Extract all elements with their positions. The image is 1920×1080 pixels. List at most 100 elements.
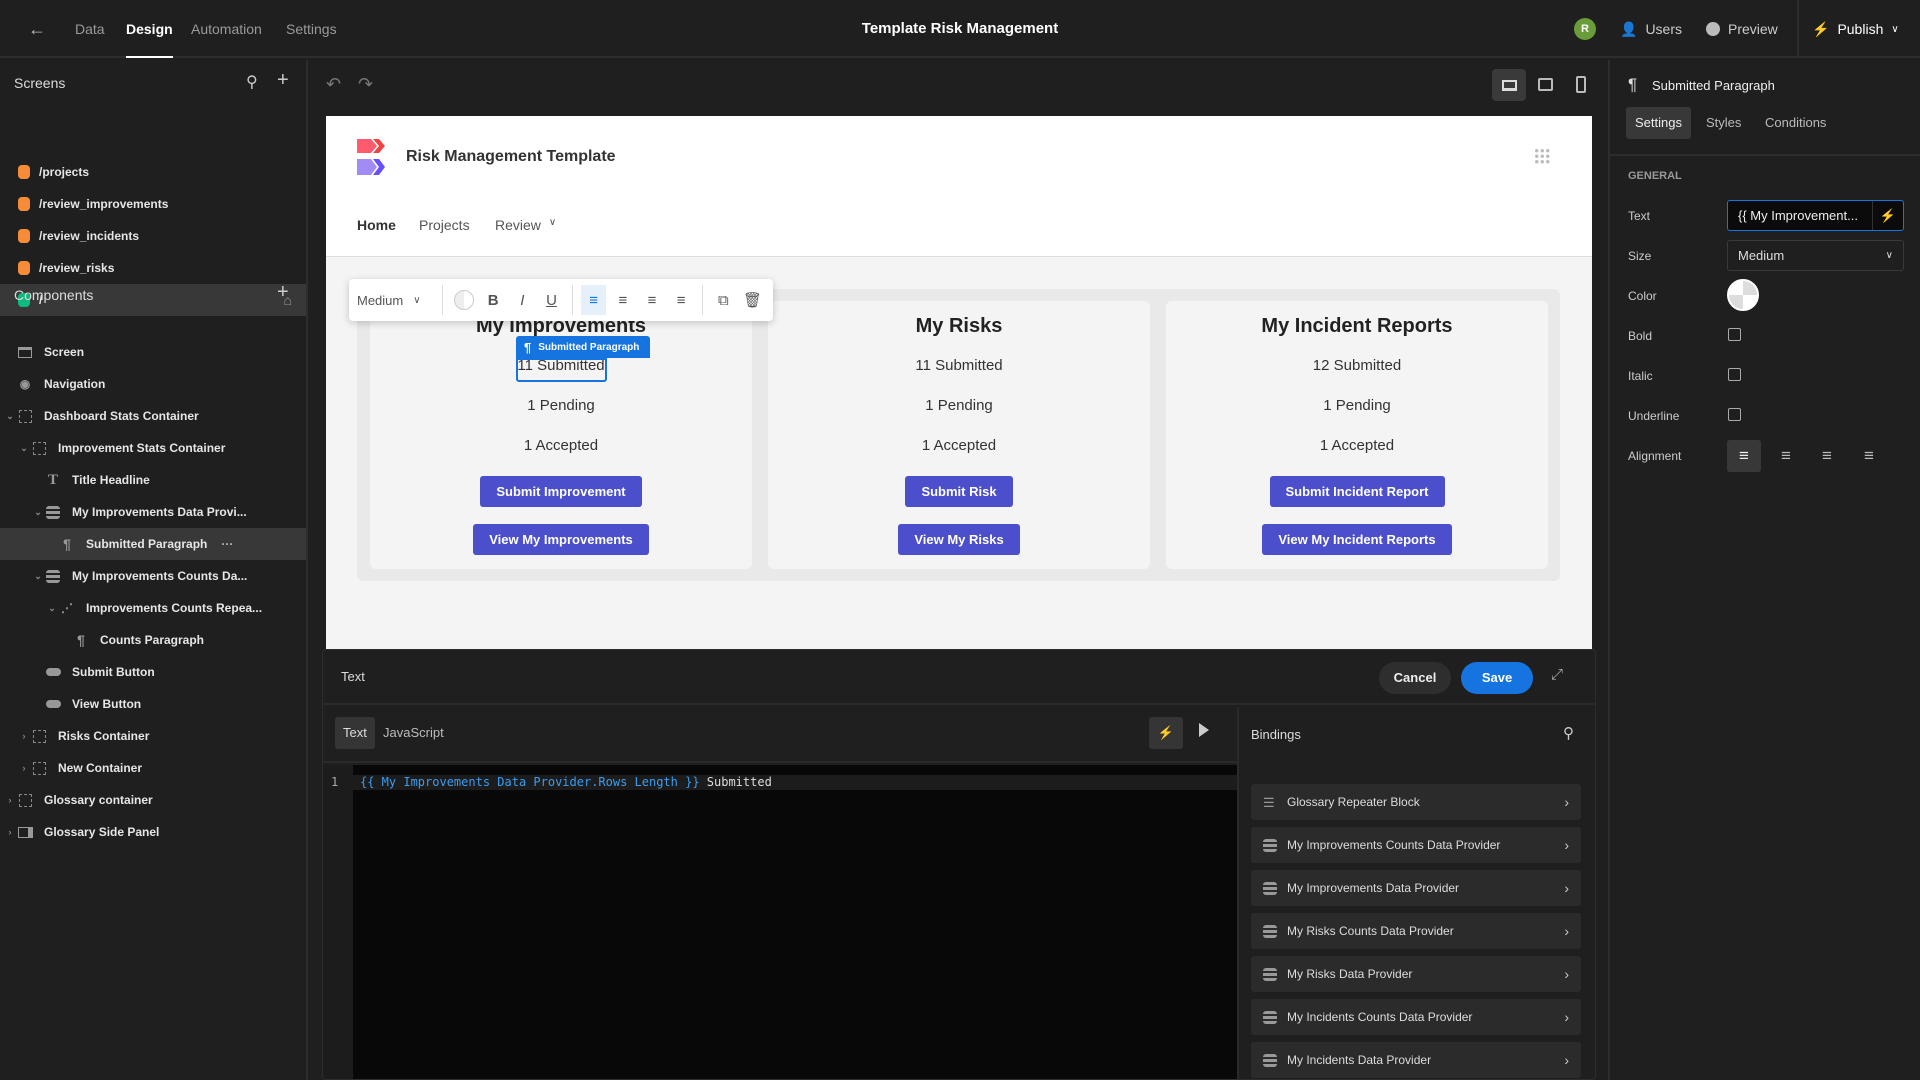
chevron-down-icon[interactable]: ⌄ <box>32 507 44 518</box>
bold-icon[interactable]: B <box>481 285 506 315</box>
screen-item[interactable]: /review_risks <box>0 252 306 284</box>
binding-item[interactable]: My Improvements Counts Data Provider › <box>1251 827 1581 863</box>
submit-button[interactable]: Submit Incident Report <box>1269 476 1445 507</box>
align-center-icon[interactable]: ≡ <box>610 285 635 315</box>
binding-item[interactable]: My Risks Counts Data Provider › <box>1251 913 1581 949</box>
undo-icon[interactable]: ↶ <box>326 74 341 95</box>
desktop-view-button[interactable] <box>1492 69 1526 101</box>
component-tree-item[interactable]: › Risks Container <box>0 720 306 752</box>
binding-item[interactable]: My Improvements Data Provider › <box>1251 870 1581 906</box>
chevron-right-icon[interactable]: › <box>4 795 16 805</box>
align-left-icon[interactable]: ≡ <box>581 285 607 315</box>
size-select[interactable]: Medium ∨ <box>1727 240 1904 271</box>
code-editor[interactable]: 1 {{ My Improvements Data Provider.Rows … <box>323 765 1237 1079</box>
component-tree-item[interactable]: ⌄ My Improvements Counts Da... <box>0 560 306 592</box>
color-picker-icon[interactable] <box>451 285 476 315</box>
search-icon[interactable]: ⚲ <box>1563 724 1574 742</box>
italic-icon[interactable]: I <box>510 285 535 315</box>
text-input[interactable]: {{ My Improvement... ⚡ <box>1727 200 1904 231</box>
component-tree-item[interactable]: T Title Headline <box>0 464 306 496</box>
bold-checkbox[interactable] <box>1728 328 1741 341</box>
component-tree-item[interactable]: Submit Button <box>0 656 306 688</box>
users-button[interactable]: 👤 Users <box>1620 0 1682 58</box>
component-tree-item[interactable]: ⌄ Dashboard Stats Container <box>0 400 306 432</box>
tab-conditions[interactable]: Conditions <box>1765 107 1826 139</box>
submitted-paragraph[interactable]: 12 Submitted <box>1166 357 1548 378</box>
component-tree-item[interactable]: › Glossary container <box>0 784 306 816</box>
view-button[interactable]: View My Incident Reports <box>1262 524 1452 555</box>
binding-item[interactable]: My Risks Data Provider › <box>1251 956 1581 992</box>
lightning-icon[interactable]: ⚡ <box>1149 717 1183 749</box>
component-tree-item[interactable]: › New Container <box>0 752 306 784</box>
tab-settings[interactable]: Settings <box>286 0 337 58</box>
redo-icon[interactable]: ↷ <box>358 74 373 95</box>
binding-item[interactable]: My Incidents Counts Data Provider › <box>1251 999 1581 1035</box>
add-component-icon[interactable]: + <box>277 281 289 304</box>
align-right-button[interactable]: ≡ <box>1810 440 1844 472</box>
screen-item[interactable]: /review_improvements <box>0 188 306 220</box>
italic-checkbox[interactable] <box>1728 368 1741 381</box>
view-button[interactable]: View My Risks <box>898 524 1020 555</box>
tab-design[interactable]: Design <box>126 0 173 58</box>
chevron-down-icon[interactable]: ⌄ <box>46 603 58 614</box>
submit-button[interactable]: Submit Improvement <box>480 476 642 507</box>
chevron-right-icon[interactable]: › <box>18 763 30 773</box>
lightning-icon[interactable]: ⚡ <box>1872 201 1903 230</box>
align-left-button[interactable]: ≡ <box>1727 440 1761 472</box>
save-button[interactable]: Save <box>1461 662 1533 694</box>
preview-button[interactable]: Preview <box>1706 0 1778 58</box>
component-tree-item[interactable]: ⌄ ⋰ Improvements Counts Repea... <box>0 592 306 624</box>
search-icon[interactable]: ⚲ <box>246 72 258 92</box>
nav-home[interactable]: Home <box>357 217 396 233</box>
view-button[interactable]: View My Improvements <box>473 524 649 555</box>
tab-styles[interactable]: Styles <box>1706 107 1741 139</box>
expand-icon[interactable]: ⤢ <box>1551 666 1563 683</box>
color-picker[interactable] <box>1727 279 1759 311</box>
tab-javascript[interactable]: JavaScript <box>383 717 444 749</box>
underline-checkbox[interactable] <box>1728 408 1741 421</box>
component-tree-item[interactable]: Screen <box>0 336 306 368</box>
add-screen-icon[interactable]: + <box>277 69 289 92</box>
chevron-down-icon[interactable]: ⌄ <box>4 411 16 422</box>
tablet-view-icon[interactable] <box>1538 78 1553 91</box>
binding-item[interactable]: ☰ Glossary Repeater Block › <box>1251 784 1581 820</box>
publish-button[interactable]: ⚡ Publish ∨ <box>1812 0 1899 58</box>
avatar[interactable]: R <box>1574 18 1596 40</box>
nav-review[interactable]: Review ∨ <box>495 217 556 233</box>
screen-item[interactable]: /projects <box>0 156 306 188</box>
chevron-right-icon[interactable]: › <box>18 731 30 741</box>
binding-item[interactable]: My Incidents Data Provider › <box>1251 1042 1581 1078</box>
align-justify-button[interactable]: ≡ <box>1852 440 1886 472</box>
tab-data[interactable]: Data <box>75 0 105 58</box>
more-icon[interactable]: ··· <box>221 537 233 551</box>
app-grid-icon[interactable] <box>1534 148 1550 164</box>
mobile-view-icon[interactable] <box>1576 76 1586 93</box>
play-icon[interactable] <box>1199 723 1209 737</box>
align-justify-icon[interactable]: ≡ <box>669 285 694 315</box>
component-tree-item[interactable]: View Button <box>0 688 306 720</box>
submit-button[interactable]: Submit Risk <box>905 476 1013 507</box>
nav-projects[interactable]: Projects <box>419 217 470 233</box>
underline-icon[interactable]: U <box>539 285 564 315</box>
component-tree-item[interactable]: ⌄ My Improvements Data Provi... <box>0 496 306 528</box>
align-center-button[interactable]: ≡ <box>1769 440 1803 472</box>
chevron-down-icon[interactable]: ⌄ <box>18 443 30 454</box>
cancel-button[interactable]: Cancel <box>1379 662 1451 694</box>
component-tree-item[interactable]: ⌄ Improvement Stats Container <box>0 432 306 464</box>
component-tree-item[interactable]: ¶ Submitted Paragraph ··· <box>0 528 306 560</box>
component-tree-item[interactable]: ¶ Counts Paragraph <box>0 624 306 656</box>
component-tree-item[interactable]: ◉ Navigation <box>0 368 306 400</box>
tab-text[interactable]: Text <box>335 717 375 749</box>
align-right-icon[interactable]: ≡ <box>639 285 664 315</box>
size-select[interactable]: Medium ∨ <box>357 293 434 308</box>
tab-settings[interactable]: Settings <box>1626 107 1691 139</box>
submitted-paragraph[interactable]: 11 Submitted <box>768 357 1150 378</box>
chevron-right-icon[interactable]: › <box>4 827 16 837</box>
duplicate-icon[interactable]: ⧉ <box>711 285 736 315</box>
component-tree-item[interactable]: › Glossary Side Panel <box>0 816 306 848</box>
chevron-down-icon[interactable]: ⌄ <box>32 571 44 582</box>
tab-automation[interactable]: Automation <box>191 0 262 58</box>
back-arrow-icon[interactable]: ← <box>28 19 46 40</box>
screen-item[interactable]: /review_incidents <box>0 220 306 252</box>
trash-icon[interactable]: 🗑 <box>740 285 765 315</box>
